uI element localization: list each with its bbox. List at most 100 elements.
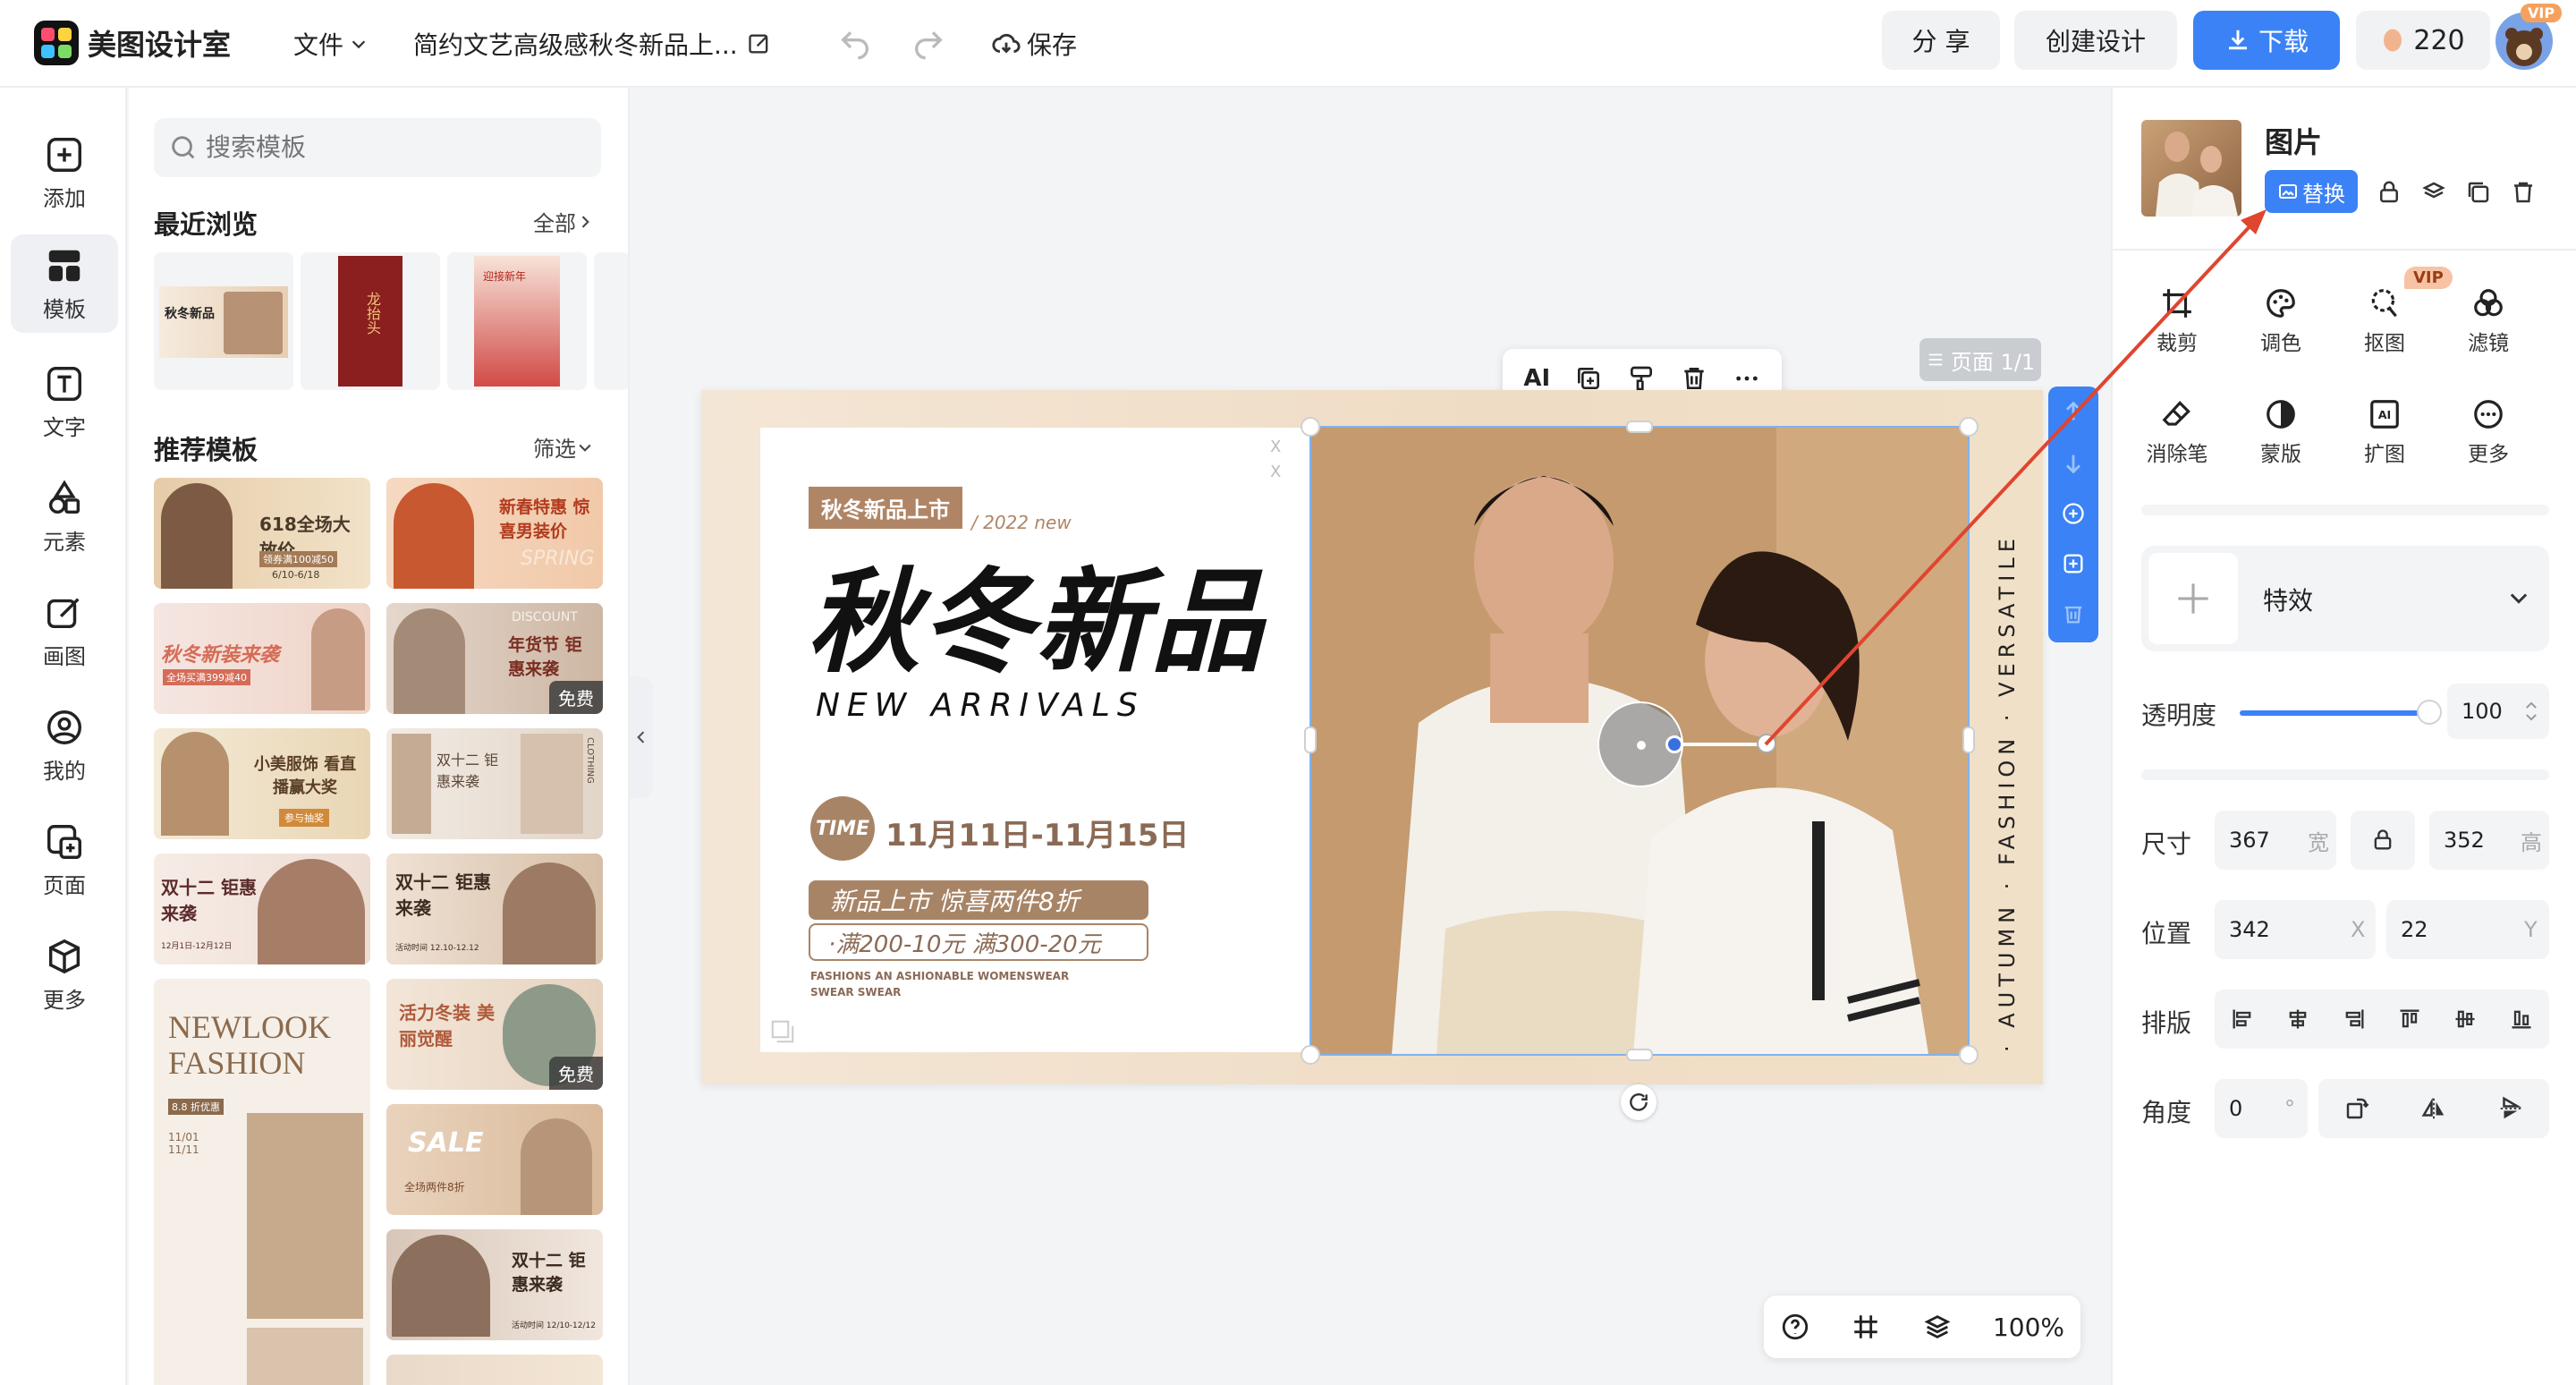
align-bottom-icon[interactable] — [2509, 1007, 2534, 1032]
arrow-down-icon[interactable] — [2061, 451, 2086, 476]
rotate-90-icon[interactable] — [2343, 1095, 2370, 1122]
help-icon[interactable] — [1780, 1312, 1810, 1342]
recent-card[interactable] — [594, 252, 628, 390]
trash-icon[interactable] — [1680, 364, 1708, 393]
align-center-h-icon[interactable] — [2285, 1007, 2310, 1032]
lock-icon[interactable] — [2376, 179, 2402, 206]
stepper-icon[interactable] — [2524, 700, 2538, 723]
file-menu[interactable]: 文件 — [293, 23, 369, 64]
effect-dropdown[interactable]: 特效 — [2141, 546, 2549, 651]
share-button[interactable]: 分 享 — [1882, 11, 2000, 70]
template-card[interactable] — [386, 1355, 603, 1385]
resize-handle-n[interactable] — [1626, 421, 1653, 433]
align-center-v-icon[interactable] — [2453, 1007, 2478, 1032]
undo-icon[interactable] — [837, 25, 873, 61]
template-card[interactable]: 秋冬新装来袭 全场买满399减40 — [154, 603, 370, 714]
tool-crop[interactable]: 裁剪 — [2132, 286, 2222, 356]
rail-item-elements[interactable]: 元素 — [11, 467, 118, 565]
template-card[interactable]: 双十二 钜惠来袭 12月1日-12月12日 — [154, 854, 370, 964]
template-card[interactable]: SALE 全场两件8折 — [386, 1104, 603, 1215]
filter-button[interactable]: 筛选 — [533, 431, 594, 463]
rail-item-pages[interactable]: 页面 — [11, 811, 118, 909]
angle-input[interactable]: 0 ° — [2215, 1079, 2308, 1138]
resize-handle-se[interactable] — [1959, 1045, 1979, 1065]
create-design-button[interactable]: 创建设计 — [2014, 11, 2177, 70]
template-card[interactable]: NEWLOOK FASHION 8.8 折优惠 11/01 11/11 — [154, 979, 370, 1385]
redo-icon[interactable] — [911, 25, 946, 61]
opacity-slider-knob[interactable] — [2417, 700, 2442, 725]
tool-cutout[interactable]: 抠图 — [2340, 286, 2429, 356]
resize-handle-sw[interactable] — [1301, 1045, 1320, 1065]
align-left-icon[interactable] — [2230, 1007, 2255, 1032]
template-card[interactable]: 双十二 钜惠来袭 活动时间 12/10-12/12 — [386, 1229, 603, 1340]
focal-end-handle[interactable] — [1757, 734, 1776, 753]
rail-item-more[interactable]: 更多 — [11, 925, 118, 1024]
template-card[interactable]: 双十二 钜惠来袭 活动时间 12.10-12.12 — [386, 854, 603, 964]
rail-item-add[interactable]: 添加 — [11, 123, 118, 222]
layer-order-icon[interactable] — [2420, 179, 2447, 206]
coins-button[interactable]: 220 — [2356, 11, 2490, 70]
opacity-slider[interactable] — [2240, 700, 2442, 725]
align-right-icon[interactable] — [2342, 1007, 2367, 1032]
recent-card[interactable]: 龙抬头 — [301, 252, 440, 390]
layers-icon[interactable] — [1922, 1312, 1953, 1342]
copy-page-icon[interactable] — [2061, 551, 2086, 576]
replace-button[interactable]: 替换 — [2265, 170, 2358, 213]
template-search[interactable] — [154, 118, 601, 177]
edit-icon[interactable] — [747, 31, 772, 56]
resize-handle-nw[interactable] — [1301, 417, 1320, 437]
duplicate-icon[interactable] — [2465, 179, 2492, 206]
grid-icon[interactable] — [1851, 1312, 1881, 1342]
flip-horizontal-icon[interactable] — [2420, 1095, 2447, 1122]
template-card[interactable]: 活力冬装 美丽觉醒 免费 — [386, 979, 603, 1090]
recent-card[interactable]: 秋冬新品 — [154, 252, 293, 390]
delete-page-icon[interactable] — [2061, 601, 2086, 626]
search-input[interactable] — [206, 133, 581, 162]
doc-title[interactable]: 简约文艺高级感秋冬新品上... — [413, 23, 772, 64]
template-card[interactable]: DISCOUNT 年货节 钜惠来袭 免费 — [386, 603, 603, 714]
rail-item-mine[interactable]: 我的 — [11, 696, 118, 794]
tool-eraser[interactable]: 消除笔 — [2132, 397, 2222, 467]
tool-more[interactable]: 更多 — [2444, 397, 2533, 467]
tool-expand[interactable]: AI 扩图 — [2340, 397, 2429, 467]
save-button[interactable]: 保存 — [991, 23, 1077, 64]
resize-handle-ne[interactable] — [1959, 417, 1979, 437]
tool-color[interactable]: 调色 — [2236, 286, 2326, 356]
resize-handle-e[interactable] — [1962, 726, 1975, 753]
design-canvas[interactable]: X X 秋冬新品上市 / 2022 new 秋冬新品 NEW ARRIVALS … — [701, 390, 2043, 1084]
flip-vertical-icon[interactable] — [2497, 1095, 2524, 1122]
duplicate-icon[interactable] — [1574, 364, 1603, 393]
rail-item-draw[interactable]: 画图 — [11, 582, 118, 680]
tool-filter[interactable]: 滤镜 — [2444, 286, 2533, 356]
template-card[interactable]: 618全场大放价 领券满100减50 6/10-6/18 — [154, 478, 370, 589]
rotate-handle[interactable] — [1621, 1084, 1657, 1120]
resize-handle-w[interactable] — [1304, 726, 1317, 753]
recent-card[interactable]: 迎接新年 — [447, 252, 587, 390]
y-input[interactable]: 22 Y — [2386, 900, 2549, 959]
add-page-icon[interactable] — [2061, 501, 2086, 526]
format-painter-icon[interactable] — [1627, 364, 1656, 393]
template-card[interactable]: 小美服饰 看直播赢大奖 参与抽奖 — [154, 728, 370, 839]
template-card[interactable]: 新春特惠 惊喜男装价 SPRING — [386, 478, 603, 589]
recent-all-link[interactable]: 全部 — [533, 206, 594, 237]
opacity-input[interactable]: 100 — [2447, 684, 2549, 739]
more-dots-icon[interactable] — [1733, 364, 1761, 393]
tool-mask[interactable]: 蒙版 — [2236, 397, 2326, 467]
height-input[interactable]: 352 高 — [2429, 811, 2549, 870]
template-card[interactable]: 双十二 钜惠来袭 CLOTHING — [386, 728, 603, 839]
resize-handle-s[interactable] — [1626, 1049, 1653, 1061]
aspect-lock-button[interactable] — [2351, 811, 2415, 870]
trash-icon[interactable] — [2510, 179, 2537, 206]
x-input[interactable]: 342 X — [2215, 900, 2376, 959]
focal-handle[interactable] — [1665, 735, 1683, 753]
collapse-panel-button[interactable] — [630, 676, 653, 798]
app-logo[interactable]: 美图设计室 — [34, 18, 231, 68]
page-indicator[interactable]: 页面 1/1 — [1919, 338, 2041, 381]
rail-item-template[interactable]: 模板 — [11, 234, 118, 333]
zoom-level[interactable]: 100% — [1993, 1313, 2064, 1342]
rail-item-text[interactable]: 文字 — [11, 353, 118, 451]
download-button[interactable]: 下载 — [2193, 11, 2340, 70]
width-input[interactable]: 367 宽 — [2215, 811, 2336, 870]
arrow-up-icon[interactable] — [2061, 399, 2086, 424]
align-top-icon[interactable] — [2397, 1007, 2422, 1032]
